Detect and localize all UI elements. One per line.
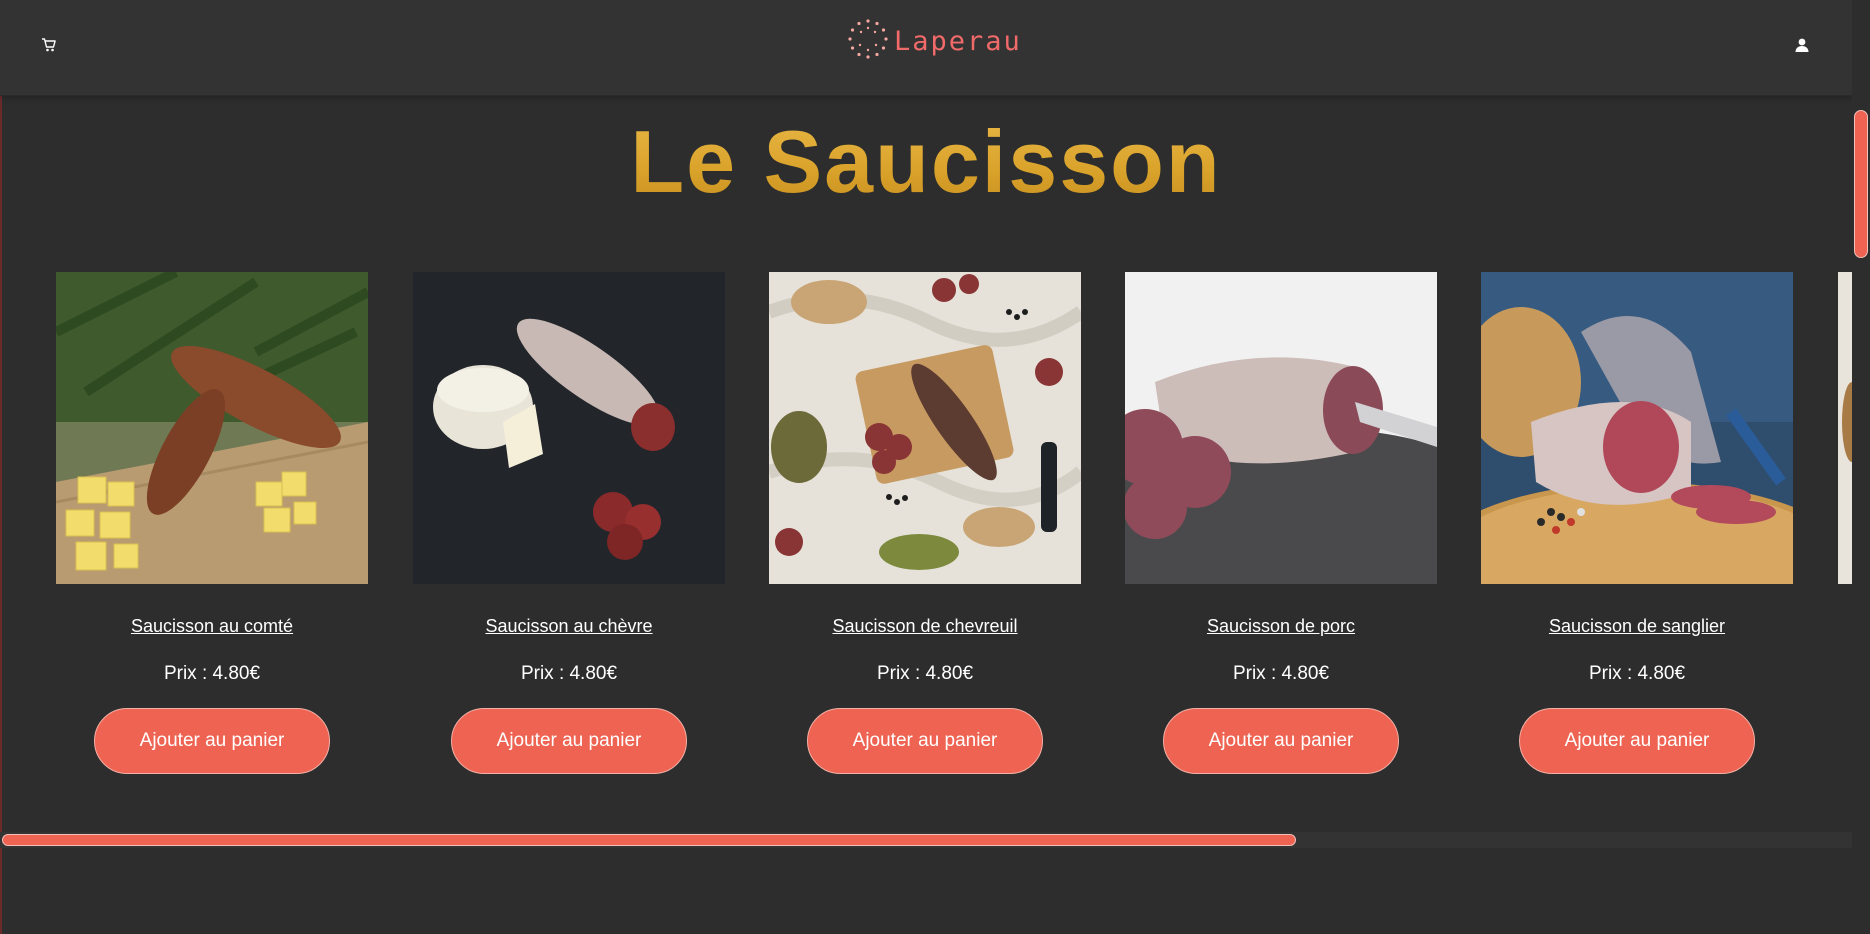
horizontal-scroll-thumb[interactable] [2, 834, 1296, 846]
brand-name: Laperau [894, 25, 1022, 57]
product-card: Saucisson de chevreuil Prix : 4.80€ Ajou… [769, 272, 1081, 774]
product-name-link[interactable]: Saucisson de chevreuil [769, 614, 1081, 638]
vertical-scrollbar[interactable] [1852, 0, 1870, 934]
product-image-sanglier [1481, 272, 1793, 584]
page-title: Le Saucisson [0, 112, 1852, 212]
add-to-cart-button[interactable]: Ajouter au panier [94, 708, 330, 774]
site-header: Laperau [0, 0, 1852, 96]
product-price: Prix : 4.80€ [520, 663, 618, 684]
brand-logo[interactable]: Laperau [846, 18, 1022, 64]
product-price: Prix : 4.80€ [1232, 663, 1330, 684]
product-price: Prix : 4.80€ [163, 663, 261, 684]
product-image-chevre [413, 272, 725, 584]
product-name-link[interactable]: Saucisson au comté [56, 614, 368, 638]
logo-dots-icon [846, 17, 890, 66]
product-image-porc [1125, 272, 1437, 584]
horizontal-scrollbar[interactable] [0, 832, 1852, 848]
product-name-link[interactable]: Saucisson de porc [1125, 614, 1437, 638]
product-name-link[interactable]: Saucisson de sanglier [1481, 614, 1793, 638]
user-icon[interactable] [1793, 36, 1811, 54]
product-card: Saucisson de sanglier Prix : 4.80€ Ajout… [1481, 272, 1793, 774]
app-window: Laperau Le Saucisson Saucisson au comté … [0, 0, 1870, 934]
product-price: Prix : 4.80€ [876, 663, 974, 684]
product-carousel: Saucisson au comté Prix : 4.80€ Ajouter … [0, 272, 1852, 792]
add-to-cart-button[interactable]: Ajouter au panier [807, 708, 1043, 774]
next-product-peek [1838, 272, 1852, 584]
product-image-chevreuil [769, 272, 1081, 584]
product-card: Saucisson de porc Prix : 4.80€ Ajouter a… [1125, 272, 1437, 774]
add-to-cart-button[interactable]: Ajouter au panier [1163, 708, 1399, 774]
cart-icon[interactable] [40, 36, 58, 54]
product-image-comte [56, 272, 368, 584]
product-card: Saucisson au comté Prix : 4.80€ Ajouter … [56, 272, 368, 774]
vertical-scroll-thumb[interactable] [1854, 110, 1868, 258]
product-name-link[interactable]: Saucisson au chèvre [413, 614, 725, 638]
add-to-cart-button[interactable]: Ajouter au panier [1519, 708, 1755, 774]
add-to-cart-button[interactable]: Ajouter au panier [451, 708, 687, 774]
product-card: Saucisson au chèvre Prix : 4.80€ Ajouter… [413, 272, 725, 774]
product-price: Prix : 4.80€ [1588, 663, 1686, 684]
